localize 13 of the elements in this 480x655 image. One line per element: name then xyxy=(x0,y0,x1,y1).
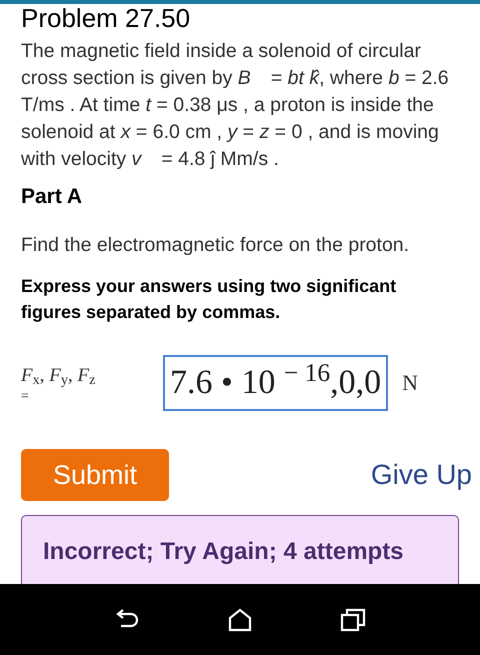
unit-label: N xyxy=(402,369,418,398)
variable-label: F$_{x}$, F$_{y}$, F$_{z}$ xyxy=(21,364,96,390)
instruction-text: Express your answers using two significant figures separated by commas. xyxy=(21,274,398,324)
problem-title: Problem 27.50 xyxy=(21,4,192,32)
give-up-link[interactable]: Give Up xyxy=(370,454,472,496)
part-title: Part A xyxy=(21,184,84,210)
recent-apps-icon[interactable] xyxy=(340,608,366,632)
answer-field[interactable]: 7.6 • 10 $^{− 16}$,0,0 xyxy=(163,354,388,411)
equals-sign: = xyxy=(21,390,30,404)
question-text: Find the electromagnetic force on the proton. xyxy=(21,232,410,258)
feedback-box: Incorrect; Try Again; 4 attempts xyxy=(21,514,459,584)
problem-statement: The magnetic field inside a solenoid of circular cross section is given by B⃗ = bt k̂, where b = 2.6 T/ms . At time t = 0.38 μs , a proton is inside the solenoid at x = 6.0 cm , y = z = 0 , and is moving with velocity v⃗ = 4.8 ĵ Mm/s . xyxy=(21,39,450,172)
home-icon[interactable] xyxy=(228,608,252,632)
